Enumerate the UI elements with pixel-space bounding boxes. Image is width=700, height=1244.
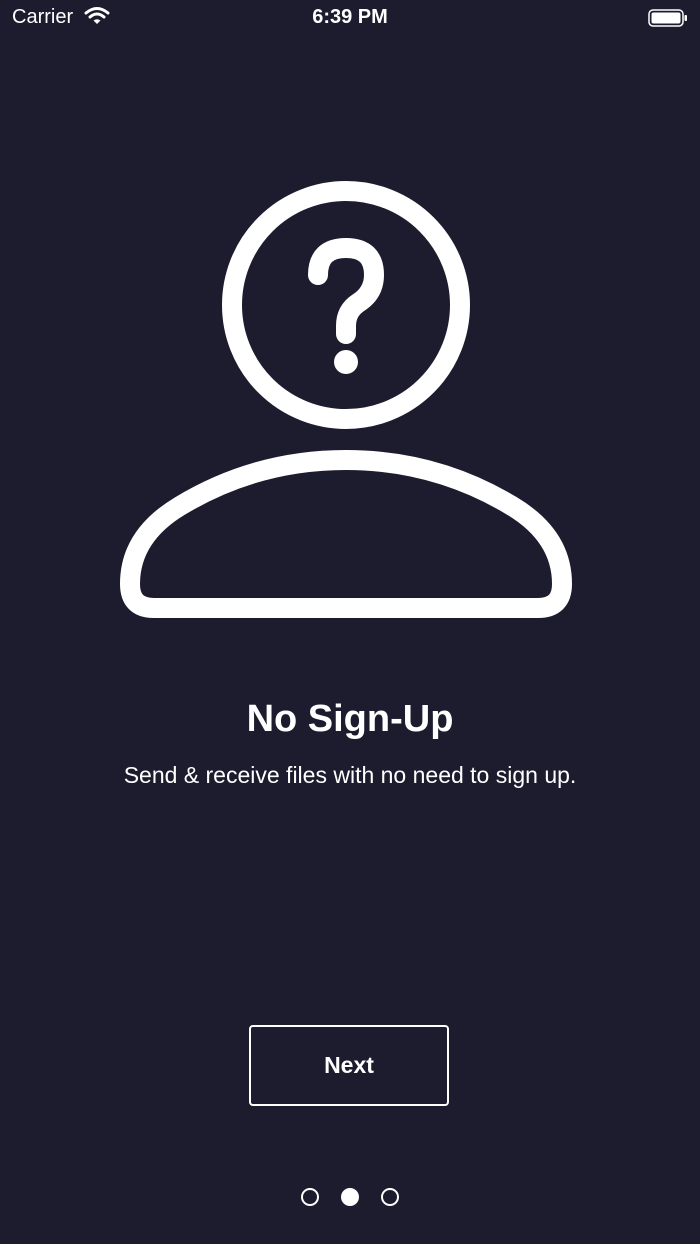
page-dot-1[interactable] xyxy=(301,1188,319,1206)
page-indicator[interactable] xyxy=(0,1186,700,1210)
battery-icon xyxy=(648,8,688,33)
next-button[interactable]: Next xyxy=(249,1025,449,1106)
onboarding-title: No Sign-Up xyxy=(246,698,454,740)
page-dot-3[interactable] xyxy=(381,1188,399,1206)
onboarding-subtitle: Send & receive files with no need to sig… xyxy=(123,762,577,788)
status-time: 6:39 PM xyxy=(312,6,388,28)
status-bar: Carrier 6:39 PM xyxy=(0,0,700,36)
page-dot-2[interactable] xyxy=(341,1188,359,1206)
person-question-icon xyxy=(110,176,582,646)
